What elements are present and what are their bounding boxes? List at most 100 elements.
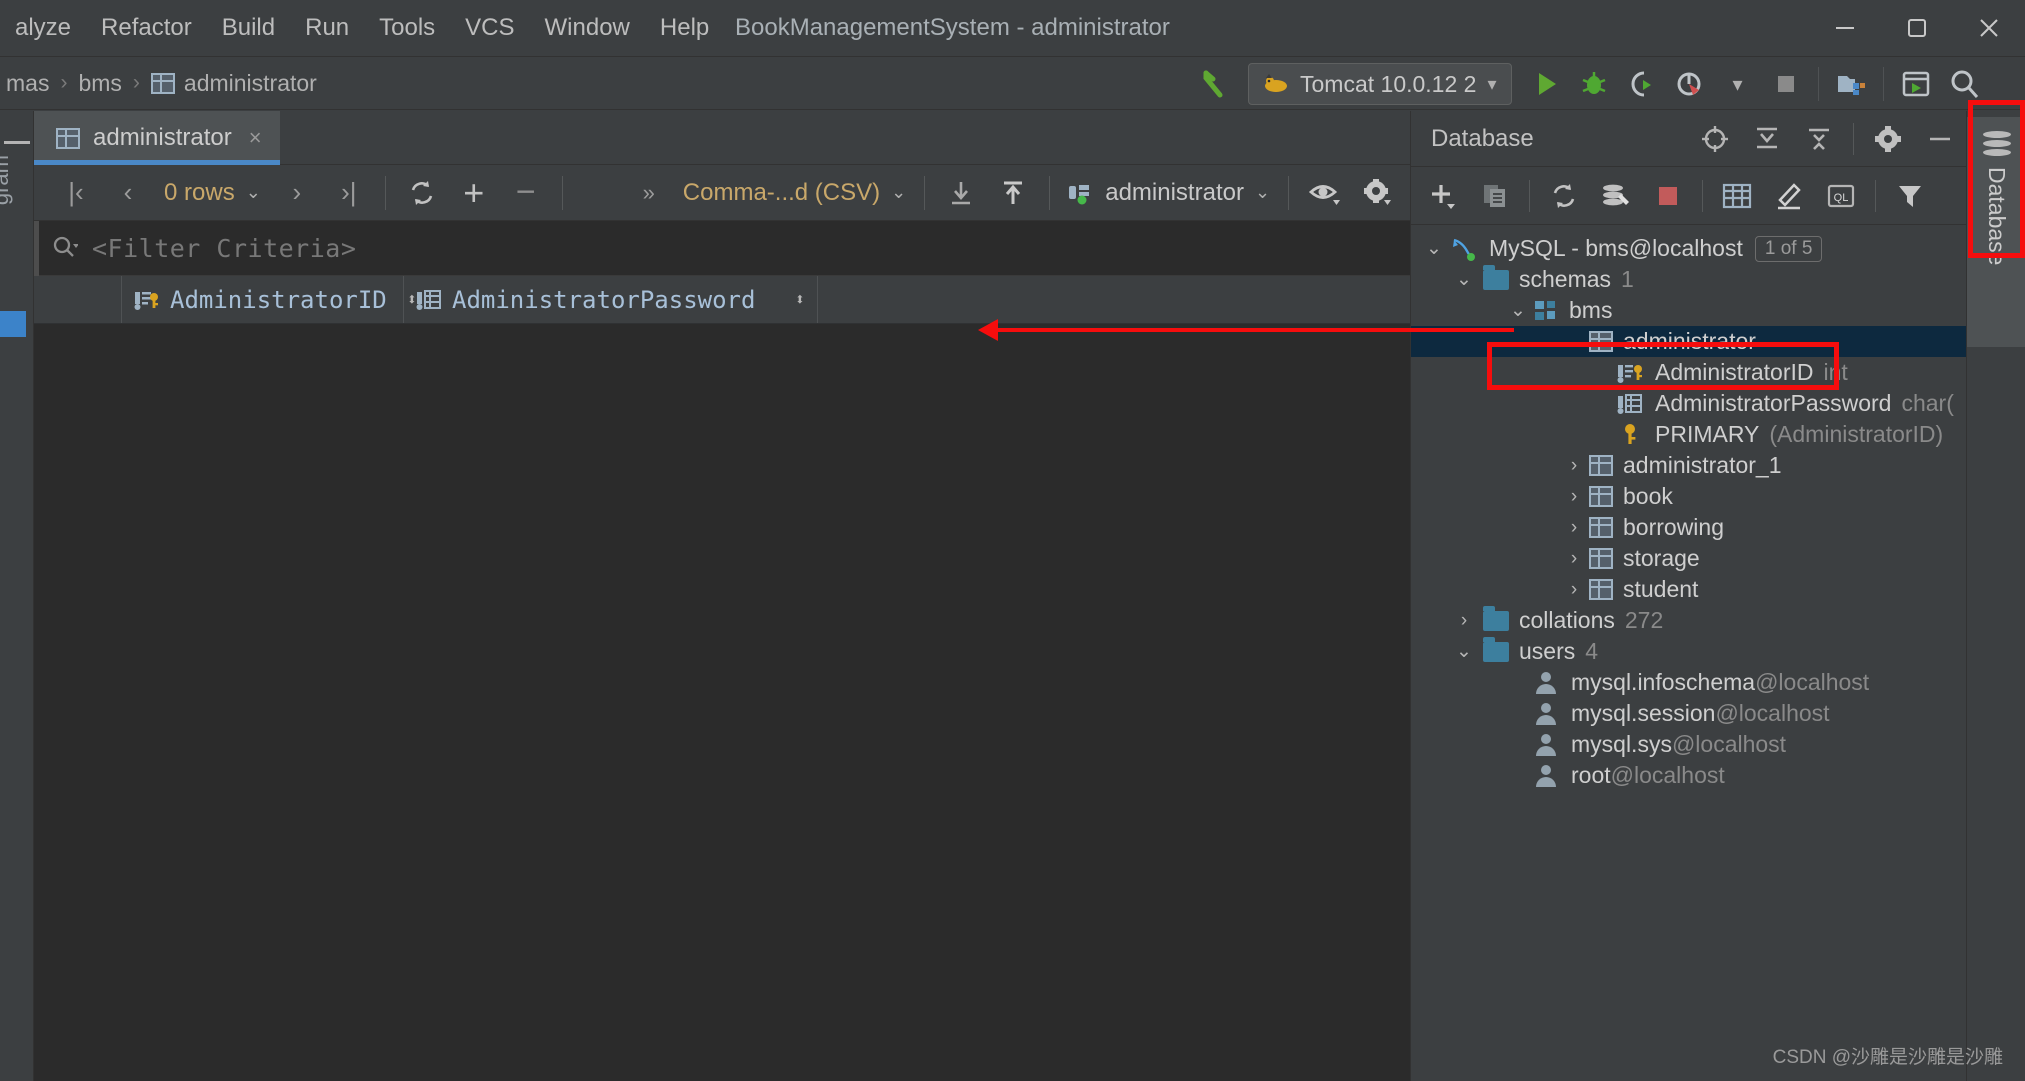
chevron-right-icon[interactable]: › (1559, 579, 1589, 601)
db-tools-icon[interactable] (1590, 170, 1642, 222)
tree-node-borrowing[interactable]: › borrowing (1411, 512, 1966, 543)
run-with-coverage-button[interactable] (1618, 60, 1666, 108)
add-row-button[interactable]: + (448, 167, 500, 219)
download-icon[interactable] (935, 167, 987, 219)
locate-icon[interactable] (1689, 113, 1741, 165)
minimize-icon[interactable] (1809, 0, 1881, 56)
chevron-down-icon[interactable]: ⌄ (1419, 237, 1449, 260)
session-selector[interactable]: administrator ⌄ (1060, 179, 1278, 207)
left-tool-strip: gram (0, 111, 34, 1081)
close-icon[interactable] (1953, 0, 2025, 56)
add-icon[interactable] (1417, 170, 1469, 222)
table-icon (1589, 331, 1613, 352)
tree-node-administrator-1[interactable]: › administrator_1 (1411, 450, 1966, 481)
chevron-down-icon[interactable]: ⌄ (1449, 640, 1479, 663)
chevron-down-icon[interactable]: ⌄ (1449, 268, 1479, 291)
tree-node-user-root[interactable]: root @localhost (1411, 760, 1966, 791)
query-console-icon[interactable]: QL (1815, 170, 1867, 222)
sort-indicator-icon[interactable]: ⬍ (785, 290, 805, 310)
tree-node-student[interactable]: › student (1411, 574, 1966, 605)
tree-node-user-infoschema[interactable]: mysql.infoschema @localhost (1411, 667, 1966, 698)
table-editor-icon[interactable] (1711, 170, 1763, 222)
menu-item-window[interactable]: Window (530, 14, 645, 42)
row-count-selector[interactable]: 0 rows ⌄ (154, 179, 271, 207)
next-page-button[interactable]: › (271, 167, 323, 219)
menu-item-vcs[interactable]: VCS (450, 14, 529, 42)
first-page-button[interactable]: |‹ (50, 167, 102, 219)
tree-node-user-session[interactable]: mysql.session @localhost (1411, 698, 1966, 729)
debug-button[interactable] (1570, 60, 1618, 108)
gear-icon[interactable] (1862, 113, 1914, 165)
tree-node-mysql-root[interactable]: ⌄ MySQL - bms@localhost 1 of 5 (1411, 233, 1966, 264)
chevron-right-icon[interactable]: › (1449, 610, 1479, 632)
menu-item-analyze[interactable]: alyze (0, 14, 86, 42)
refresh-icon[interactable] (1538, 170, 1590, 222)
stop-icon[interactable] (1642, 170, 1694, 222)
hide-panel-icon[interactable] (1914, 113, 1966, 165)
profile-dropdown[interactable]: ▾ (1714, 60, 1762, 108)
tree-node-users[interactable]: ⌄ users 4 (1411, 636, 1966, 667)
tree-node-user-sys[interactable]: mysql.sys @localhost (1411, 729, 1966, 760)
refresh-icon[interactable] (396, 167, 448, 219)
chevron-right-icon[interactable]: › (1559, 517, 1589, 539)
maximize-icon[interactable] (1881, 0, 1953, 56)
collapse-all-icon[interactable] (1793, 113, 1845, 165)
last-page-button[interactable]: ›| (323, 167, 375, 219)
tree-node-bms[interactable]: ⌄ bms (1411, 295, 1966, 326)
chevron-right-icon[interactable]: › (1559, 486, 1589, 508)
breadcrumb-item-bms[interactable]: bms (72, 70, 127, 97)
breadcrumb-item-schemas[interactable]: mas (0, 70, 55, 97)
window-run-icon[interactable] (1892, 60, 1940, 108)
filter-bar[interactable]: <Filter Criteria> (34, 221, 1410, 276)
chevron-right-icon[interactable]: › (1559, 455, 1589, 477)
prev-page-button[interactable]: ‹ (102, 167, 154, 219)
run-configuration-selector[interactable]: Tomcat 10.0.12 2 ▾ (1248, 63, 1512, 105)
filter-icon[interactable] (1884, 170, 1936, 222)
data-grid-body[interactable] (34, 324, 1410, 1081)
output-format-selector[interactable]: Comma-...d (CSV) ⌄ (675, 179, 914, 207)
tree-node-collations[interactable]: › collations 272 (1411, 605, 1966, 636)
chevron-down-icon[interactable]: ⌄ (1503, 299, 1533, 322)
tree-node-administratorpassword[interactable]: AdministratorPassword char( (1411, 388, 1966, 419)
duplicate-icon[interactable] (1469, 170, 1521, 222)
stop-button[interactable] (1762, 60, 1810, 108)
tool-window-tab-database[interactable]: Database (1967, 117, 2025, 347)
menu-item-refactor[interactable]: Refactor (86, 14, 207, 42)
profile-button[interactable] (1666, 60, 1714, 108)
delete-row-button[interactable]: − (500, 167, 552, 219)
expand-all-icon[interactable] (1741, 113, 1793, 165)
tree-node-label: root (1571, 762, 1611, 788)
breadcrumb-item-administrator[interactable]: administrator (145, 70, 323, 97)
tree-node-storage[interactable]: › storage (1411, 543, 1966, 574)
menu-item-build[interactable]: Build (207, 14, 290, 42)
project-structure-button[interactable] (1827, 60, 1875, 108)
column-header-administratorid[interactable]: AdministratorID ⬍ (122, 276, 417, 323)
filter-input[interactable]: <Filter Criteria> (92, 234, 356, 263)
upload-icon[interactable] (987, 167, 1039, 219)
back-arrow-icon[interactable] (1190, 60, 1238, 108)
chevron-right-icon[interactable]: › (1559, 548, 1589, 570)
search-icon[interactable] (52, 235, 78, 261)
run-toolbar: Tomcat 10.0.12 2 ▾ ▾ (1190, 57, 1988, 111)
user-icon (1531, 764, 1561, 787)
column-header-administratorpassword[interactable]: AdministratorPassword ⬍ (404, 276, 818, 323)
menu-item-tools[interactable]: Tools (364, 14, 450, 42)
left-strip-label[interactable]: gram (0, 155, 14, 205)
tree-node-administratorid[interactable]: AdministratorID int (1411, 357, 1966, 388)
eye-icon[interactable] (1299, 167, 1351, 219)
gear-icon[interactable] (1351, 167, 1403, 219)
search-everywhere-button[interactable] (1940, 60, 1988, 108)
tree-node-administrator[interactable]: ⌄ administrator (1411, 326, 1966, 357)
menu-item-help[interactable]: Help (645, 14, 724, 42)
menu-item-run[interactable]: Run (290, 14, 364, 42)
expand-toolbar-button[interactable]: » (623, 167, 675, 219)
close-icon[interactable]: × (245, 125, 262, 151)
run-button[interactable] (1522, 60, 1570, 108)
modify-icon[interactable] (1763, 170, 1815, 222)
tree-node-schemas[interactable]: ⌄ schemas 1 (1411, 264, 1966, 295)
tree-node-primary[interactable]: PRIMARY (AdministratorID) (1411, 419, 1966, 450)
collapse-icon[interactable] (4, 141, 30, 144)
tab-administrator[interactable]: administrator × (34, 111, 280, 165)
tree-node-book[interactable]: › book (1411, 481, 1966, 512)
chevron-down-icon[interactable]: ⌄ (1559, 330, 1589, 353)
